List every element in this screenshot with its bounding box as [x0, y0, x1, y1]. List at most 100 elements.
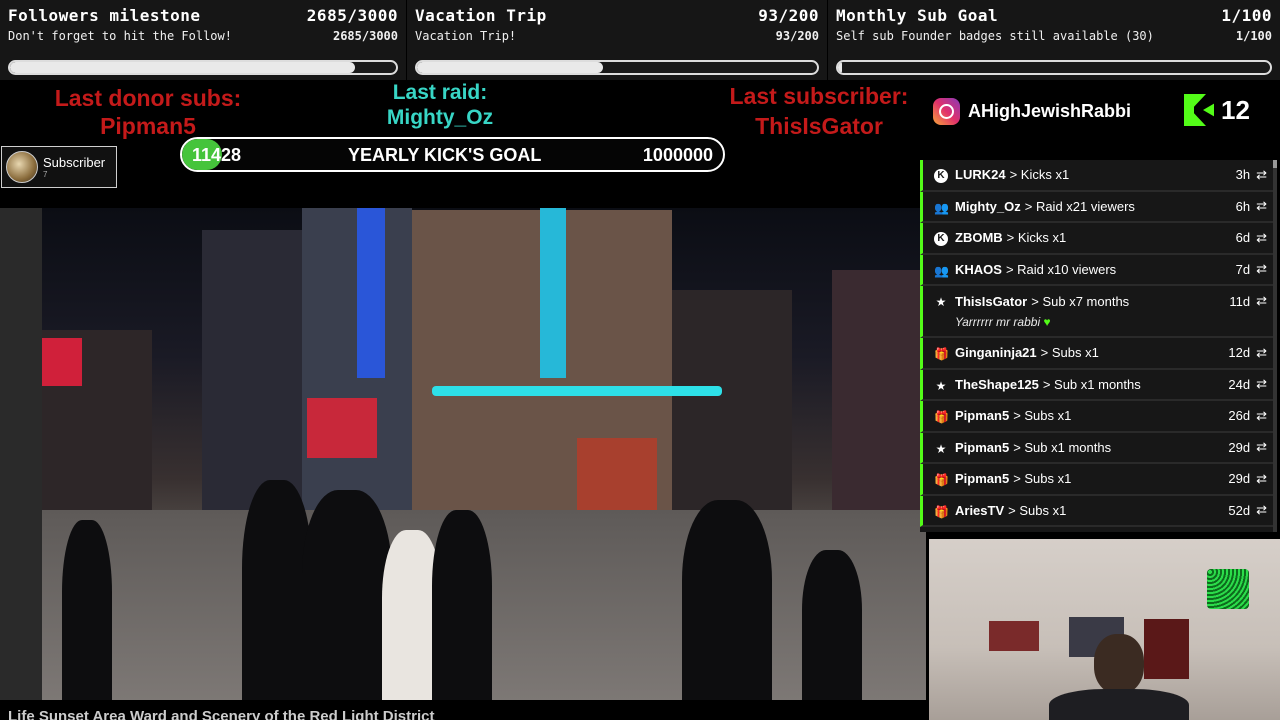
feed-item[interactable]: ★ Pipman5 > Sub x1 months 29d ⇄ [920, 432, 1275, 464]
goal-count-secondary: 2685/3000 [332, 29, 398, 43]
feed-item[interactable]: ★ ThisIsGator > Sub x7 months 11d ⇄ Yarr… [920, 286, 1275, 338]
neon-sign [307, 398, 377, 458]
stream-video [42, 208, 926, 700]
goal-progress-fill [838, 62, 843, 73]
building [202, 230, 312, 530]
feed-action: > Kicks x1 [1006, 230, 1067, 246]
feed-item[interactable]: 👥 Mighty_Oz > Raid x21 viewers 6h ⇄ [920, 191, 1275, 223]
last-donor-label: Last donor subs: [54, 85, 242, 111]
neon-sign [540, 208, 566, 378]
replay-icon[interactable]: ⇄ [1256, 439, 1267, 455]
goal-count: 1/100 [1221, 6, 1272, 25]
replay-icon[interactable]: ⇄ [1256, 230, 1267, 246]
goal-title: Followers milestone [8, 6, 201, 25]
avatar [6, 151, 38, 183]
feed-action: > Sub x1 months [1013, 439, 1112, 455]
instagram-handle: AHighJewishRabbi [933, 98, 1131, 125]
feed-message-text: Yarrrrrr mr rabbi [955, 315, 1041, 329]
goal-count: 93/200 [758, 6, 819, 25]
replay-icon[interactable]: ⇄ [1256, 502, 1267, 518]
feed-scroll-thumb[interactable] [1273, 160, 1277, 168]
yearly-kick-goal-bar: 11428 YEARLY KICK'S GOAL 1000000 [180, 137, 725, 172]
feed-item[interactable]: 🎁 Ginganinja21 > Subs x1 12d ⇄ [920, 338, 1275, 370]
feed-action: > Subs x1 [1040, 345, 1099, 361]
feed-action: > Raid x10 viewers [1005, 261, 1117, 277]
pedestrian [682, 500, 772, 700]
wall-poster [1144, 619, 1189, 679]
feed-user: ThisIsGator [955, 293, 1028, 309]
feed-time: 29d [1228, 471, 1251, 487]
replay-icon[interactable]: ⇄ [1256, 198, 1267, 214]
feed-item[interactable]: 🎁 AriesTV > Subs x1 52d ⇄ [920, 495, 1275, 527]
feed-message: Yarrrrrr mr rabbi ♥ [955, 315, 1051, 329]
replay-icon[interactable]: ⇄ [1256, 261, 1267, 277]
pedestrian [432, 510, 492, 700]
feed-item[interactable]: 🎁 Pipman5 > Subs x1 26d ⇄ [920, 401, 1275, 433]
feed-action: > Sub x7 months [1031, 293, 1130, 309]
feed-action: > Subs x1 [1013, 408, 1072, 424]
replay-icon[interactable]: ⇄ [1256, 293, 1267, 309]
instagram-handle-text: AHighJewishRabbi [968, 101, 1132, 121]
feed-item[interactable]: K ZBOMB > Kicks x1 6d ⇄ [920, 223, 1275, 255]
kick-goal-title: YEARLY KICK'S GOAL [348, 145, 542, 165]
event-feed[interactable]: K LURK24 > Kicks x1 3h ⇄ 👥 Mighty_Oz > R… [920, 160, 1275, 532]
kick-goal-current: 11428 [192, 145, 242, 165]
feed-action: > Kicks x1 [1009, 167, 1070, 183]
streamer-head [1094, 634, 1144, 694]
last-subscriber: Last subscriber: ThisIsGator [706, 84, 932, 139]
kick-goal-target: 1000000 [642, 145, 713, 165]
feed-scrollbar[interactable] [1273, 160, 1277, 532]
video-caption: Life Sunset Area Ward and Scenery of the… [8, 708, 435, 720]
video-left-margin [0, 208, 42, 700]
feed-action: > Subs x1 [1013, 471, 1072, 487]
goal-count-secondary: 93/200 [775, 29, 819, 43]
gift-icon: 🎁 [934, 504, 949, 519]
neon-strip [432, 386, 722, 396]
feed-action: > Subs x1 [1008, 502, 1067, 518]
feed-item[interactable]: ★ TheShape125 > Sub x1 months 24d ⇄ [920, 369, 1275, 401]
kick-count-value: 12 [1221, 94, 1250, 125]
replay-icon[interactable]: ⇄ [1256, 471, 1267, 487]
last-subscriber-name: ThisIsGator [755, 113, 883, 139]
feed-time: 12d [1228, 345, 1251, 361]
neon-sign [357, 208, 385, 378]
feed-user: AriesTV [955, 502, 1005, 518]
qr-code-icon [1207, 569, 1249, 609]
goal-subtitle: Don't forget to hit the Follow! [8, 29, 232, 43]
raid-icon: 👥 [934, 263, 949, 278]
feed-time: 6d [1235, 230, 1251, 246]
feed-action: > Sub x1 months [1042, 376, 1141, 392]
goal-progress-fill [417, 62, 603, 73]
feed-time: 52d [1228, 502, 1251, 518]
goal-title: Monthly Sub Goal [836, 6, 999, 25]
feed-item[interactable]: 👥 KHAOS > Raid x10 viewers 7d ⇄ [920, 254, 1275, 286]
feed-user: ZBOMB [955, 230, 1003, 246]
raid-icon: 👥 [934, 200, 949, 215]
streamer-body [1049, 689, 1189, 720]
last-raid: Last raid: Mighty_Oz [360, 80, 520, 130]
feed-time: 7d [1235, 261, 1251, 277]
last-donor-name: Pipman5 [100, 113, 196, 139]
feed-user: KHAOS [955, 261, 1002, 277]
feed-time: 26d [1228, 408, 1251, 424]
replay-icon[interactable]: ⇄ [1256, 345, 1267, 361]
replay-icon[interactable]: ⇄ [1256, 167, 1267, 183]
goal-progress-bar [8, 60, 398, 75]
feed-time: 3h [1235, 167, 1251, 183]
gift-icon: 🎁 [934, 347, 949, 361]
star-icon: ★ [935, 378, 947, 393]
replay-icon[interactable]: ⇄ [1256, 408, 1267, 424]
feed-user: Pipman5 [955, 439, 1010, 455]
subscriber-badge: Subscriber 7 [1, 146, 117, 188]
feed-action: > Raid x21 viewers [1024, 198, 1135, 214]
goal-progress-bar [836, 60, 1272, 75]
subscriber-count: 7 [43, 170, 48, 179]
feed-item[interactable]: 🎁 Pipman5 > Subs x1 29d ⇄ [920, 464, 1275, 496]
wall-poster [989, 621, 1039, 651]
replay-icon[interactable]: ⇄ [1256, 376, 1267, 392]
feed-item[interactable]: K LURK24 > Kicks x1 3h ⇄ [920, 160, 1275, 192]
goal-count: 2685/3000 [306, 6, 398, 25]
goal-followers: Followers milestone 2685/3000 Don't forge… [0, 0, 406, 80]
kick-counter: 12 [1184, 94, 1250, 126]
last-donor: Last donor subs: Pipman5 [40, 86, 256, 139]
